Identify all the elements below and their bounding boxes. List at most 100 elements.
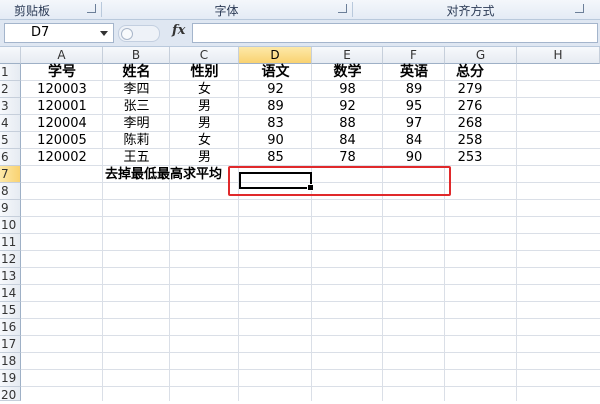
table-cell[interactable]: 89 <box>383 81 445 98</box>
row-header[interactable]: 16 <box>0 319 21 336</box>
table-cell[interactable]: 279 <box>445 81 495 98</box>
column-header-f[interactable]: F <box>383 47 445 64</box>
grid-line <box>21 369 600 370</box>
row-header[interactable]: 7 <box>0 166 21 183</box>
row-header[interactable]: 20 <box>0 387 21 402</box>
table-cell[interactable]: 女 <box>170 81 239 98</box>
table-header-cell[interactable]: 总分 <box>445 64 495 81</box>
table-cell[interactable]: 120002 <box>21 149 103 166</box>
formula-bar-resize-handle[interactable] <box>118 25 160 42</box>
grid-line <box>21 284 600 285</box>
table-cell[interactable]: 83 <box>239 115 312 132</box>
row-header[interactable]: 18 <box>0 353 21 370</box>
table-cell[interactable]: 李明 <box>103 115 170 132</box>
table-cell[interactable]: 258 <box>445 132 495 149</box>
table-cell[interactable]: 张三 <box>103 98 170 115</box>
average-note-label[interactable]: 去掉最低最高求平均 <box>21 166 222 183</box>
row-header[interactable]: 11 <box>0 234 21 251</box>
clipboard-dialog-launcher-icon[interactable] <box>87 4 96 13</box>
highlight-box <box>228 166 451 196</box>
select-all-corner[interactable] <box>0 47 21 64</box>
column-header-d[interactable]: D <box>239 47 312 64</box>
alignment-dialog-launcher-icon[interactable] <box>575 4 584 13</box>
table-cell[interactable]: 90 <box>383 149 445 166</box>
font-dialog-launcher-icon[interactable] <box>338 4 347 13</box>
table-cell[interactable]: 男 <box>170 115 239 132</box>
row-header[interactable]: 19 <box>0 370 21 387</box>
row-header[interactable]: 12 <box>0 251 21 268</box>
row-header[interactable]: 4 <box>0 115 21 132</box>
row-header[interactable]: 9 <box>0 200 21 217</box>
table-header-cell[interactable]: 语文 <box>239 64 312 81</box>
table-cell[interactable]: 89 <box>239 98 312 115</box>
table-cell[interactable]: 85 <box>239 149 312 166</box>
alignment-group: 对齐方式 <box>353 0 588 19</box>
table-cell[interactable]: 90 <box>239 132 312 149</box>
table-cell[interactable]: 120004 <box>21 115 103 132</box>
table-cell[interactable]: 男 <box>170 149 239 166</box>
table-cell[interactable]: 120003 <box>21 81 103 98</box>
table-header-cell[interactable]: 学号 <box>21 64 103 81</box>
alignment-group-label: 对齐方式 <box>446 4 495 18</box>
row-header[interactable]: 2 <box>0 81 21 98</box>
row-header[interactable]: 1 <box>0 64 21 81</box>
column-header-a[interactable]: A <box>21 47 103 64</box>
row-header[interactable]: 17 <box>0 336 21 353</box>
row-header[interactable]: 14 <box>0 285 21 302</box>
row-header[interactable]: 10 <box>0 217 21 234</box>
table-cell[interactable]: 120001 <box>21 98 103 115</box>
table-cell[interactable]: 男 <box>170 98 239 115</box>
chevron-down-icon[interactable] <box>100 31 108 36</box>
formula-input[interactable] <box>192 23 598 43</box>
table-cell[interactable]: 王五 <box>103 149 170 166</box>
table-cell[interactable]: 84 <box>312 132 383 149</box>
clipboard-group: 剪贴板 <box>0 0 100 19</box>
column-header-b[interactable]: B <box>103 47 170 64</box>
table-cell[interactable]: 李四 <box>103 81 170 98</box>
table-cell[interactable]: 97 <box>383 115 445 132</box>
table-cell[interactable]: 276 <box>445 98 495 115</box>
table-cell[interactable]: 88 <box>312 115 383 132</box>
table-cell[interactable]: 女 <box>170 132 239 149</box>
handle-dot-icon <box>121 28 133 40</box>
grid-line <box>21 301 600 302</box>
table-header-cell[interactable]: 数学 <box>312 64 383 81</box>
table-cell[interactable]: 120005 <box>21 132 103 149</box>
grid-line <box>21 335 600 336</box>
table-cell[interactable]: 92 <box>312 98 383 115</box>
row-header[interactable]: 5 <box>0 132 21 149</box>
grid-line <box>21 199 600 200</box>
font-group: 字体 <box>102 0 351 19</box>
row-header[interactable]: 3 <box>0 98 21 115</box>
column-header-e[interactable]: E <box>312 47 383 64</box>
table-header-cell[interactable]: 姓名 <box>103 64 170 81</box>
row-header[interactable]: 8 <box>0 183 21 200</box>
table-cell[interactable]: 98 <box>312 81 383 98</box>
column-header-c[interactable]: C <box>170 47 239 64</box>
ribbon-group-strip: 剪贴板 字体 对齐方式 <box>0 0 600 20</box>
row-header[interactable]: 15 <box>0 302 21 319</box>
font-group-label: 字体 <box>214 4 239 18</box>
grid-line <box>21 250 600 251</box>
grid-line <box>21 352 600 353</box>
grid-line <box>21 216 600 217</box>
grid-line <box>21 318 600 319</box>
table-cell[interactable]: 253 <box>445 149 495 166</box>
grid-line <box>21 233 600 234</box>
table-cell[interactable]: 95 <box>383 98 445 115</box>
table-cell[interactable]: 268 <box>445 115 495 132</box>
row-header[interactable]: 6 <box>0 149 21 166</box>
table-cell[interactable]: 84 <box>383 132 445 149</box>
table-cell[interactable]: 92 <box>239 81 312 98</box>
formula-bar: D7 fx <box>0 20 600 47</box>
table-header-cell[interactable]: 性别 <box>170 64 239 81</box>
name-box[interactable]: D7 <box>4 23 114 43</box>
table-cell[interactable]: 78 <box>312 149 383 166</box>
row-header[interactable]: 13 <box>0 268 21 285</box>
column-header-h[interactable]: H <box>517 47 600 64</box>
column-header-g[interactable]: G <box>445 47 517 64</box>
grid-line <box>21 386 600 387</box>
insert-function-icon[interactable]: fx <box>172 23 185 38</box>
table-header-cell[interactable]: 英语 <box>383 64 445 81</box>
table-cell[interactable]: 陈莉 <box>103 132 170 149</box>
